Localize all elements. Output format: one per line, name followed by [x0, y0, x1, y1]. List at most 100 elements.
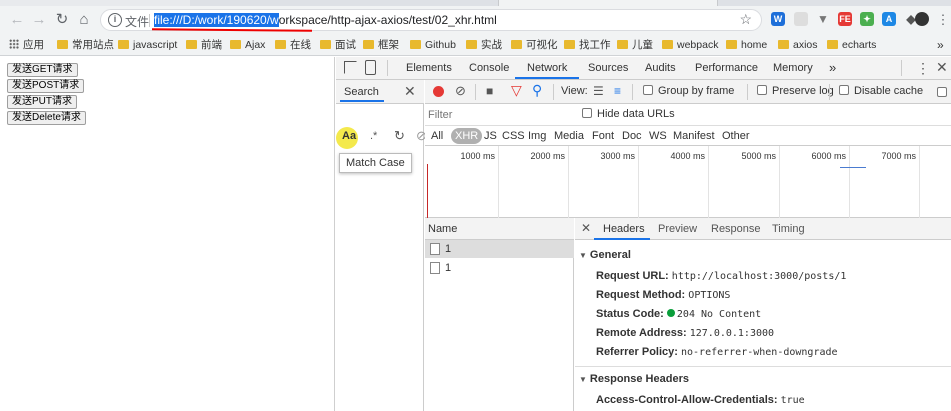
tab-timing[interactable]: Timing: [772, 223, 805, 235]
close-search-icon[interactable]: ✕: [404, 83, 416, 100]
vue-extension-icon[interactable]: ▼: [816, 12, 830, 26]
bookmark-folder[interactable]: 在线: [275, 38, 311, 52]
bookmark-folder[interactable]: home: [726, 38, 767, 52]
fe-extension-icon[interactable]: FE: [838, 12, 852, 26]
timeline-gridline: [849, 146, 850, 218]
timeline-tick-label: 1000 ms: [460, 151, 495, 161]
bookmark-folder[interactable]: 常用站点: [57, 38, 114, 52]
type-font[interactable]: Font: [592, 130, 614, 142]
devtools-menu-icon[interactable]: ⋮: [916, 60, 930, 77]
regex-icon[interactable]: .*: [370, 130, 377, 142]
bookmark-apps[interactable]: 应用: [9, 38, 44, 52]
bookmark-folder[interactable]: axios: [778, 38, 818, 52]
close-devtools-icon[interactable]: ✕: [936, 59, 948, 76]
color-extension-icon[interactable]: ✦: [860, 12, 874, 26]
filter-input[interactable]: [428, 107, 570, 123]
clear-icon[interactable]: ⊘: [455, 83, 466, 99]
tab-response[interactable]: Response: [711, 223, 761, 235]
type-js[interactable]: JS: [484, 130, 497, 142]
preserve-log-checkbox[interactable]: Preserve log: [757, 85, 834, 97]
divider: [387, 60, 388, 76]
bookmark-folder[interactable]: javascript: [118, 38, 177, 52]
back-arrow-icon[interactable]: ←: [8, 11, 26, 29]
general-section-toggle[interactable]: ▼ General: [579, 249, 631, 261]
bookmark-folder[interactable]: 实战: [466, 38, 502, 52]
send-post-button[interactable]: 发送POST请求: [7, 79, 85, 93]
tab-sources[interactable]: Sources: [588, 62, 628, 74]
tab-headers[interactable]: Headers: [603, 223, 645, 235]
bookmark-folder[interactable]: Github: [410, 38, 456, 52]
word-extension-icon[interactable]: W: [771, 12, 785, 26]
tab-network[interactable]: Network: [527, 62, 567, 74]
filter-funnel-icon[interactable]: ▽: [511, 82, 522, 99]
bookmark-folder[interactable]: webpack: [662, 38, 718, 52]
waterfall-view-icon[interactable]: ≡: [614, 84, 621, 98]
info-icon[interactable]: i: [108, 13, 122, 27]
bookmark-folder[interactable]: 找工作: [564, 38, 611, 52]
throttle-checkbox[interactable]: [937, 85, 951, 99]
address-bar[interactable]: i 文件 file:///D:/work/190620/workspace/ht…: [100, 9, 762, 31]
type-manifest[interactable]: Manifest: [673, 130, 715, 142]
refresh-search-icon[interactable]: ↻: [394, 128, 405, 144]
type-ws[interactable]: WS: [649, 130, 667, 142]
tabs-overflow-button[interactable]: »: [829, 60, 836, 75]
bookmark-folder[interactable]: Ajax: [230, 38, 265, 52]
group-by-frame-checkbox[interactable]: Group by frame: [643, 85, 734, 97]
timeline-tick-label: 4000 ms: [670, 151, 705, 161]
divider: [901, 60, 902, 76]
folder-icon: [778, 40, 789, 49]
type-all[interactable]: All: [431, 130, 443, 142]
type-media[interactable]: Media: [554, 130, 584, 142]
request-row[interactable]: 1: [425, 259, 574, 277]
send-put-button[interactable]: 发送PUT请求: [7, 95, 77, 109]
send-get-button[interactable]: 发送GET请求: [7, 63, 78, 77]
screenshot-camera-icon[interactable]: ■: [486, 84, 493, 98]
type-css[interactable]: CSS: [502, 130, 525, 142]
status-ok-dot-icon: [666, 309, 675, 317]
type-other[interactable]: Other: [722, 130, 750, 142]
device-toolbar-icon[interactable]: [365, 60, 376, 75]
type-doc[interactable]: Doc: [622, 130, 642, 142]
forward-arrow-icon[interactable]: →: [30, 11, 48, 29]
url-text[interactable]: file:///D:/work/190620/workspace/http-aj…: [154, 13, 497, 27]
bookmark-folder[interactable]: 框架: [363, 38, 399, 52]
type-xhr[interactable]: XHR: [451, 128, 483, 144]
star-bookmark-icon[interactable]: ☆: [739, 11, 752, 28]
timeline-tick-label: 7000 ms: [881, 151, 916, 161]
tab-audits[interactable]: Audits: [645, 62, 676, 74]
bookmark-folder[interactable]: 可视化: [511, 38, 558, 52]
reload-icon[interactable]: ↻: [53, 11, 71, 29]
bookmark-folder[interactable]: 面试: [320, 38, 356, 52]
tab-memory[interactable]: Memory: [773, 62, 813, 74]
response-headers-section-toggle[interactable]: ▼ Response Headers: [579, 373, 689, 385]
tab-console[interactable]: Console: [469, 62, 509, 74]
tab-elements[interactable]: Elements: [406, 62, 452, 74]
request-row[interactable]: 1: [425, 240, 574, 258]
bookmark-folder[interactable]: 前端: [186, 38, 222, 52]
name-column-header[interactable]: Name: [425, 218, 574, 240]
network-overview-timeline[interactable]: 1000 ms 2000 ms 3000 ms 4000 ms 5000 ms …: [425, 146, 951, 218]
document-icon: [430, 262, 440, 274]
bookmarks-overflow-button[interactable]: »: [937, 38, 944, 52]
tab-preview[interactable]: Preview: [658, 223, 697, 235]
send-delete-button[interactable]: 发送Delete请求: [7, 111, 86, 125]
tab-performance[interactable]: Performance: [695, 62, 758, 74]
hide-data-urls-checkbox[interactable]: Hide data URLs: [582, 108, 675, 120]
bookmark-folder[interactable]: echarts: [827, 38, 876, 52]
close-detail-icon[interactable]: ✕: [581, 221, 591, 235]
folder-icon: [57, 40, 68, 49]
folder-icon: [230, 40, 241, 49]
disable-cache-checkbox[interactable]: Disable cache: [839, 85, 923, 97]
bookmark-folder[interactable]: 儿童: [617, 38, 653, 52]
translate-extension-icon[interactable]: A: [882, 12, 896, 26]
match-case-icon[interactable]: Aa: [342, 130, 356, 142]
extension-icon[interactable]: [794, 12, 808, 26]
inspect-element-icon[interactable]: [344, 61, 357, 74]
record-icon[interactable]: [433, 86, 444, 97]
list-view-icon[interactable]: ☰: [593, 84, 604, 98]
menu-kebab-icon[interactable]: ⋮: [934, 11, 951, 29]
profile-avatar[interactable]: [915, 12, 929, 26]
search-icon[interactable]: ⚲: [532, 82, 542, 99]
home-icon[interactable]: ⌂: [75, 11, 93, 29]
type-img[interactable]: Img: [528, 130, 546, 142]
